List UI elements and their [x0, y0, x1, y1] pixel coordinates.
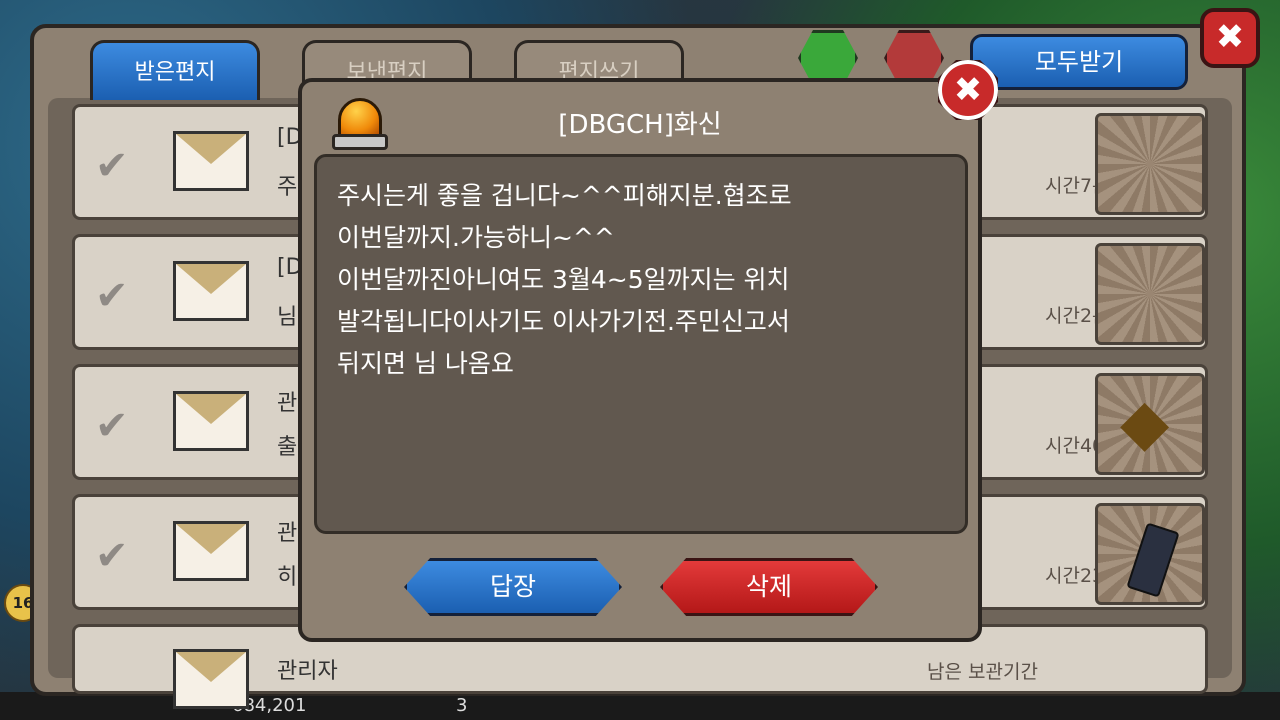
close-dialog-button[interactable]: ✖ [938, 60, 998, 120]
tab-received-mail[interactable]: 받은편지 [90, 40, 260, 100]
mail-preview: 출 [277, 435, 298, 460]
checkmark-icon[interactable]: ✔ [95, 143, 129, 189]
message-line: 이번달까진아니여도 3월4~5일까지는 위치 [337, 265, 790, 294]
mail-preview: 님 [277, 305, 298, 330]
mail-sender: 관 [277, 391, 298, 416]
reward-box-icon [1095, 243, 1205, 345]
reward-gem-icon [1095, 373, 1205, 475]
mail-sender: 관 [277, 521, 298, 546]
envelope-icon [173, 131, 249, 191]
message-line: 발각됩니다이사기도 이사가기전.주민신고서 [337, 307, 790, 336]
envelope-icon [173, 391, 249, 451]
reward-box-icon [1095, 113, 1205, 215]
gem-amount: 3 [456, 695, 468, 716]
mail-expire-label: 남은 보관기간 [927, 661, 1038, 683]
checkmark-icon[interactable]: ✔ [95, 273, 129, 319]
checkmark-icon[interactable]: ✔ [95, 533, 129, 579]
message-body: 주시는게 좋을 겁니다~^^피해지분.협조로 이번달까지.가능하니~^^ 이번달… [314, 154, 968, 534]
close-mailbox-button[interactable]: ✖ [1200, 8, 1260, 68]
mail-preview: 주 [277, 175, 298, 200]
read-mail-dialog: [DBGCH]화신 ✖ 주시는게 좋을 겁니다~^^피해지분.협조로 이번달까지… [298, 60, 998, 642]
reply-button[interactable]: 답장 [404, 558, 622, 616]
reward-ticket-icon [1095, 503, 1205, 605]
receive-all-button[interactable]: 모두받기 [970, 34, 1188, 90]
envelope-icon [173, 649, 249, 709]
delete-button[interactable]: 삭제 [660, 558, 878, 616]
mail-sender: 관리자 [277, 659, 338, 684]
message-line: 뒤지면 님 나옴요 [337, 349, 514, 378]
checkmark-icon[interactable]: ✔ [95, 403, 129, 449]
envelope-icon [173, 261, 249, 321]
message-line: 이번달까지.가능하니~^^ [337, 223, 615, 252]
envelope-icon [173, 521, 249, 581]
message-line: 주시는게 좋을 겁니다~^^피해지분.협조로 [337, 181, 792, 210]
mail-preview: 히 [277, 565, 298, 590]
dialog-title: [DBGCH]화신 [558, 110, 722, 140]
